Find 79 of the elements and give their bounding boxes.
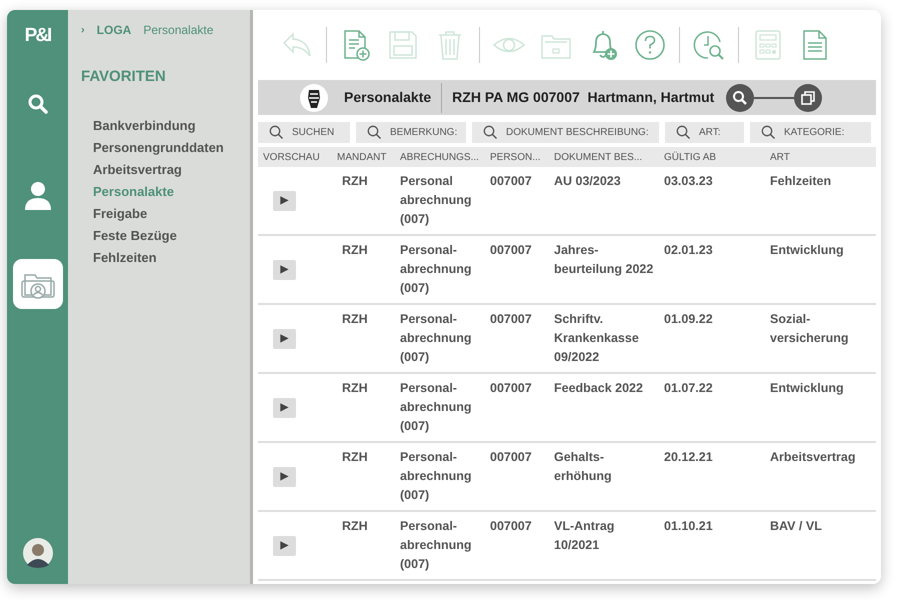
table-cell: RZH (342, 519, 368, 533)
table-cell: 007007 (490, 243, 532, 257)
record-title: RZH PA MG 007007 Hartmann, Hartmut (452, 88, 714, 107)
table-cell: Gehalts-erhöhung (554, 450, 612, 483)
search-icon (367, 125, 382, 140)
search-icon (483, 125, 498, 140)
table-cell: RZH (342, 450, 368, 464)
table-cell: Personal-abrechnung (007) (400, 519, 472, 571)
column-header: MANDANT (336, 150, 388, 164)
table-cell: Personal-abrechnung (007) (400, 312, 472, 364)
filter-field[interactable]: ART: (665, 122, 744, 143)
table-cell: 01.10.21 (664, 519, 713, 533)
logo: P&I (24, 24, 50, 48)
header-title: Personalakte (344, 88, 432, 107)
favorite-link[interactable]: Feste Bezüge (93, 224, 250, 246)
filter-field[interactable]: KATEGORIE: (750, 122, 871, 143)
table-cell: Jahres-beurteilung 2022 (554, 243, 654, 276)
favorite-link[interactable]: Fehlzeiten (93, 246, 250, 268)
table-cell: Personal-abrechnung (007) (400, 450, 472, 502)
window-button[interactable] (794, 84, 822, 112)
table-cell: Entwicklung (770, 243, 844, 257)
search-icon (269, 125, 284, 140)
column-header: ABRECHUNGS... (399, 150, 480, 164)
table-cell: Fehlzeiten (770, 174, 832, 188)
table-cell: AU 03/2023 (554, 174, 621, 188)
table-cell: 007007 (490, 381, 532, 395)
column-header: VORSCHAU (262, 150, 321, 164)
favorite-link[interactable]: Freigabe (93, 202, 250, 224)
favorite-link[interactable]: Bankverbindung (93, 114, 250, 136)
folder-nav-button[interactable] (12, 258, 62, 308)
search-icon (26, 92, 50, 116)
table-cell: Schriftv. Krankenkasse 09/2022 (554, 312, 639, 364)
table-cell: Feedback 2022 (554, 381, 643, 395)
filter-field[interactable]: DOKUMENT BESCHREIBUNG: (472, 122, 659, 143)
table-cell: 20.12.21 (664, 450, 713, 464)
search-icon (761, 125, 776, 140)
table-cell: 01.09.22 (664, 312, 713, 326)
preview-button[interactable]: ▶ (273, 398, 296, 418)
preview-button[interactable]: ▶ (273, 260, 296, 280)
table-cell: Personal-abrechnung (007) (400, 243, 472, 295)
table-cell: VL-Antrag 10/2021 (554, 519, 614, 552)
table-cell: RZH (342, 381, 368, 395)
table-cell: 007007 (490, 312, 532, 326)
table-cell: 02.01.23 (664, 243, 713, 257)
filter-field[interactable]: SUCHEN (258, 122, 350, 143)
table-cell: Personal abrechnung (007) (400, 174, 472, 226)
favorite-link[interactable]: Arbeitsvertrag (93, 158, 250, 180)
table-cell: RZH (342, 174, 368, 188)
preview-button[interactable]: ▶ (273, 466, 296, 486)
favorites-title: FAVORITEN (81, 67, 167, 87)
preview-button[interactable]: ▶ (273, 328, 296, 348)
search-icon (732, 90, 748, 106)
table-cell: BAV / VL (770, 519, 822, 533)
table-cell: 03.03.23 (664, 174, 713, 188)
column-header: GÜLTIG AB (663, 150, 718, 164)
table-cell: 007007 (490, 450, 532, 464)
favorite-link[interactable]: Personengrunddaten (93, 136, 250, 158)
filter-field[interactable]: BEMERKUNG: (356, 122, 466, 143)
column-header: ART (769, 150, 791, 164)
table-cell: Entwicklung (770, 381, 844, 395)
table-cell: 007007 (490, 174, 532, 188)
search-icon (676, 125, 691, 140)
search-button[interactable] (726, 84, 754, 112)
table-cell: RZH (342, 243, 368, 257)
column-header: PERSON... (489, 150, 542, 164)
chevron-icon: › (81, 22, 85, 38)
table-cell: 01.07.22 (664, 381, 713, 395)
table-cell: 007007 (490, 519, 532, 533)
copy-icon (800, 90, 816, 106)
help-button[interactable] (633, 28, 667, 62)
table-cell: Sozial-versicherung (770, 312, 849, 345)
table-cell: RZH (342, 312, 368, 326)
preview-button[interactable]: ▶ (273, 190, 296, 210)
table-cell: Arbeitsvertrag (770, 450, 856, 464)
table-cell: Personal-abrechnung (007) (400, 381, 472, 433)
avatar (22, 538, 52, 568)
person-icon (22, 180, 52, 212)
column-header: DOKUMENT BES... (553, 150, 644, 164)
preview-button[interactable]: ▶ (273, 536, 296, 556)
